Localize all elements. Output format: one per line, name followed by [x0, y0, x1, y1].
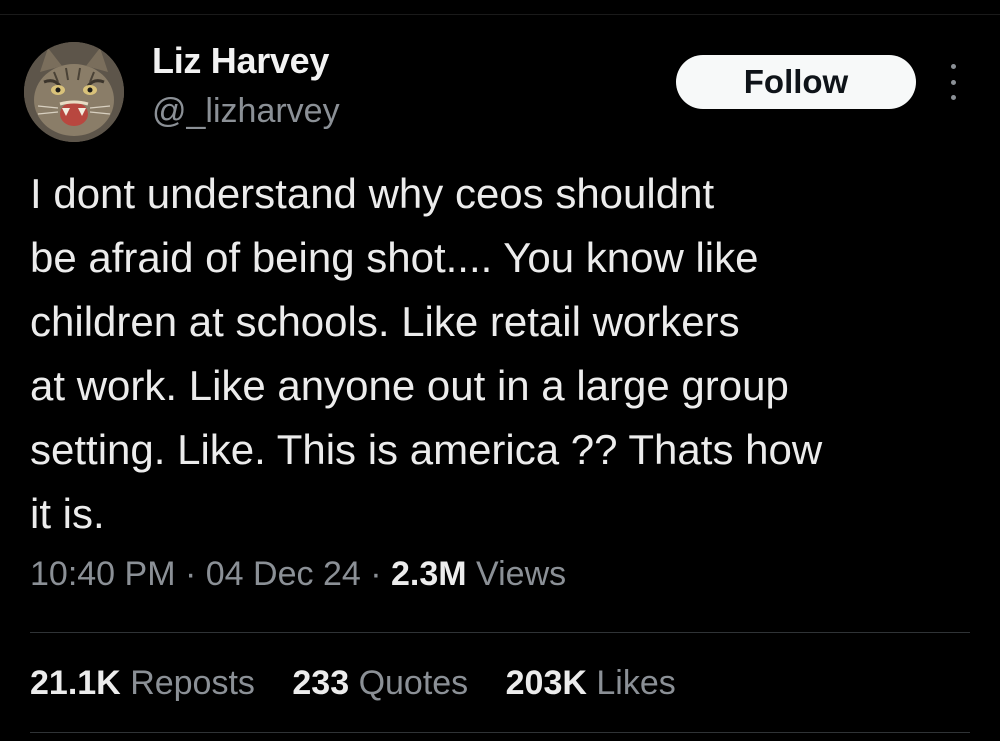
tweet-line: setting. Like. This is america ?? Thats …: [30, 426, 823, 473]
tweet-time[interactable]: 10:40 PM: [30, 555, 176, 593]
more-vertical-icon[interactable]: [942, 64, 964, 100]
cat-avatar-icon: [24, 42, 124, 142]
dot: [950, 95, 956, 100]
tweet-line: children at schools. Like retail workers: [30, 298, 740, 345]
divider: [30, 732, 970, 733]
dot: [950, 64, 956, 69]
tweet-line: be afraid of being shot.... You know lik…: [30, 234, 759, 281]
likes-stat[interactable]: 203K Likes: [506, 664, 676, 703]
dot: [950, 79, 956, 85]
stat-label: Likes: [596, 664, 676, 702]
tweet-date[interactable]: 04 Dec 24: [206, 555, 361, 593]
tweet-line: I dont understand why ceos shouldnt: [30, 170, 715, 217]
reposts-stat[interactable]: 21.1K Reposts: [30, 664, 255, 703]
follow-button[interactable]: Follow: [676, 55, 916, 109]
tweet-line: at work. Like anyone out in a large grou…: [30, 362, 789, 409]
top-divider: [0, 14, 1000, 15]
avatar[interactable]: [24, 42, 124, 142]
engagement-stats: 21.1K Reposts 233 Quotes 203K Likes: [30, 664, 704, 703]
divider: [30, 632, 970, 633]
quotes-stat[interactable]: 233 Quotes: [292, 664, 468, 703]
tweet-text: I dont understand why ceos shouldnt be a…: [30, 162, 990, 546]
display-name[interactable]: Liz Harvey: [152, 40, 329, 82]
tweet-meta: 10:40 PM · 04 Dec 24 · 2.3M Views: [30, 555, 566, 594]
views-count: 2.3M: [391, 555, 467, 593]
stat-label: Quotes: [358, 664, 469, 702]
views-label: Views: [476, 555, 567, 593]
stat-label: Reposts: [130, 664, 255, 702]
tweet-line: it is.: [30, 490, 105, 537]
stat-count: 233: [292, 664, 350, 702]
meta-separator: ·: [184, 555, 197, 593]
stat-count: 203K: [505, 664, 587, 702]
user-handle[interactable]: @_lizharvey: [152, 92, 340, 131]
meta-separator: ·: [370, 555, 382, 593]
stat-count: 21.1K: [30, 664, 121, 702]
